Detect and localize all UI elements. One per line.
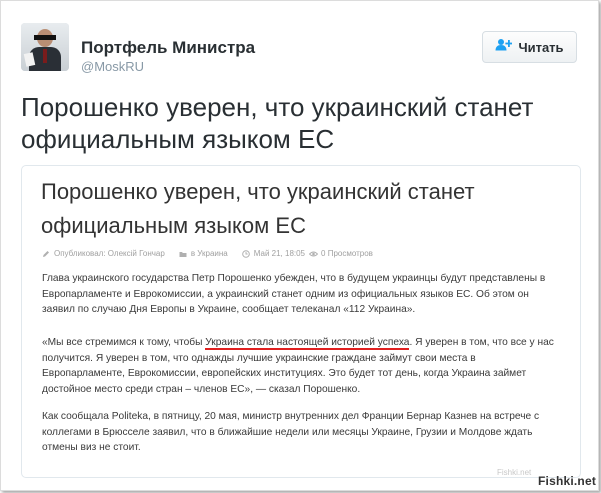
article-meta: Опубликовал: Олексій Гончар в Украина Ма…: [42, 249, 373, 258]
avatar[interactable]: [21, 23, 69, 71]
add-user-icon: [495, 38, 513, 56]
watermark-small: Fishki.net: [497, 468, 532, 477]
article-paragraph-quote: «Мы все стремимся к тому, чтобы Украина …: [42, 335, 557, 397]
meta-views: 0 Просмотров: [321, 249, 373, 258]
tweet-frame: Портфель Министра @MoskRU Читать Порошен…: [0, 0, 599, 491]
highlighted-phrase: Украина стала настоящей историей успеха: [205, 337, 410, 350]
eye-icon: [308, 250, 319, 258]
article-paragraph: Как сообщала Politeka, в пятницу, 20 мая…: [42, 411, 540, 454]
follow-button[interactable]: Читать: [482, 31, 577, 63]
meta-date: Май 21, 18:05: [253, 249, 306, 258]
profile-name[interactable]: Портфель Министра: [81, 38, 255, 58]
follow-button-label: Читать: [518, 39, 564, 55]
tweet-text-line: Порошенко уверен, что украинский станет: [21, 92, 534, 122]
article-title: Порошенко уверен, что украинский станет …: [41, 175, 541, 243]
clock-icon: [241, 249, 250, 258]
watermark-brand: Fishki.net: [538, 474, 597, 488]
quote-text-before: «Мы все стремимся к тому, чтобы: [42, 337, 206, 348]
article-paragraph: Глава украинского государства Петр Порош…: [42, 273, 546, 316]
tweet-text: Порошенко уверен, что украинский станет …: [21, 91, 581, 155]
article-title-line: официальным языком ЕС: [41, 213, 306, 238]
pencil-icon: [42, 250, 50, 258]
tweet-text-line: официальным языком ЕС: [21, 124, 335, 154]
meta-category[interactable]: в Украина: [191, 249, 228, 258]
folder-icon: [179, 250, 187, 258]
article-title-line: Порошенко уверен, что украинский станет: [41, 179, 475, 204]
meta-author: Опубликовал: Олексій Гончар: [54, 249, 165, 258]
profile-handle[interactable]: @MoskRU: [81, 59, 144, 74]
